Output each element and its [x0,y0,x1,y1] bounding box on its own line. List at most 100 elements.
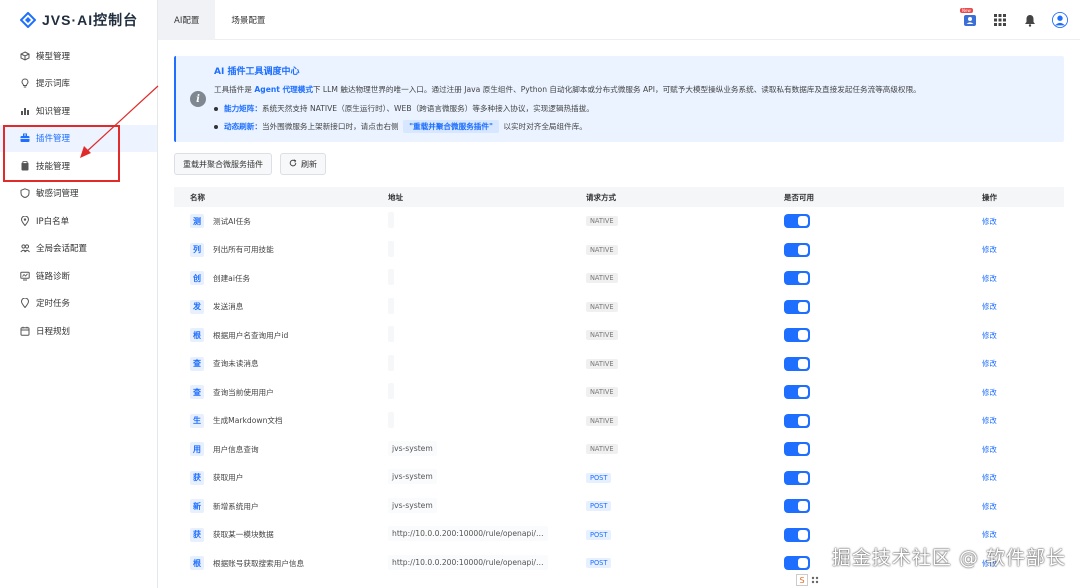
sidebar-item-5[interactable]: 敏感词管理 [0,180,157,208]
address-value: http://10.0.0.200:10000/rule/openapi/… [388,554,548,570]
sidebar-item-7[interactable]: 全局会话配置 [0,235,157,263]
plugin-name: 查询当前使用用户 [213,387,274,397]
clipboard-icon [20,160,30,171]
monitor-icon [20,271,30,281]
available-toggle[interactable] [784,413,810,428]
available-toggle[interactable] [784,242,810,257]
table-row: 发发送消息 NATIVE 修改 [174,293,1064,322]
edit-link[interactable]: 修改 [982,473,997,482]
plugin-avatar: 发 [190,299,204,314]
header-address: 地址 [388,192,403,202]
input-method-icon[interactable]: S [796,574,808,586]
briefcase-icon [20,133,30,143]
available-toggle[interactable] [784,328,810,343]
method-tag: NATIVE [586,358,618,369]
available-toggle[interactable] [784,442,810,457]
app-title: JVS·AI控制台 [42,12,139,28]
sidebar-item-4[interactable]: 技能管理 [0,152,157,180]
bulb-icon [20,78,30,88]
edit-link[interactable]: 修改 [982,502,997,511]
shield-icon [20,188,30,199]
available-toggle[interactable] [784,556,810,571]
edit-link[interactable]: 修改 [982,416,997,425]
available-toggle[interactable] [784,356,810,371]
address-empty [388,354,394,371]
button-label: 重载并聚合微服务插件 [183,159,263,169]
edit-link[interactable]: 修改 [982,388,997,397]
table-row: 新新增系统用户 jvs-system POST 修改 [174,492,1064,521]
edit-link[interactable]: 修改 [982,530,997,539]
refresh-button[interactable]: 刷新 [280,153,326,175]
available-toggle[interactable] [784,299,810,314]
notice-bold: 动态刷新： [224,122,262,131]
toolbar: 重载并聚合微服务插件 刷新 [174,153,326,175]
edit-link[interactable]: 修改 [982,331,997,340]
edit-link[interactable]: 修改 [982,245,997,254]
method-tag: NATIVE [586,216,618,227]
table-row: 查查询未读消息 NATIVE 修改 [174,350,1064,379]
address-empty [388,269,394,286]
avatar[interactable] [1052,12,1068,28]
tab-ai-config[interactable]: AI配置 [158,0,216,40]
tab-label: AI配置 [174,15,200,26]
plugin-name: 根据用户名查询用户id [213,330,289,340]
table-row: 查查询当前使用用户 NATIVE 修改 [174,378,1064,407]
plugin-name: 列出所有可用技能 [213,245,274,255]
notice-line-refresh: 动态刷新：当外围微服务上架新接口时，请点击右侧 "重载并聚合微服务插件" 以实时… [214,120,587,133]
pin-icon [20,298,30,309]
sidebar-item-label: 插件管理 [36,134,71,145]
edit-link[interactable]: 修改 [982,274,997,283]
sidebar-item-1[interactable]: 提示词库 [0,70,157,98]
sidebar-item-6[interactable]: IP白名单 [0,207,157,235]
available-toggle[interactable] [784,214,810,229]
tab-scene-config[interactable]: 场景配置 [215,0,281,40]
sidebar-item-0[interactable]: 模型管理 [0,42,157,70]
sidebar-item-8[interactable]: 链路诊断 [0,262,157,290]
bell-icon[interactable] [1022,12,1038,28]
address-value: jvs-system [388,497,437,513]
sidebar-item-10[interactable]: 日程规划 [0,317,157,345]
plugin-name: 生成Markdown文档 [213,416,283,426]
method-tag: POST [586,558,612,569]
edit-link[interactable]: 修改 [982,445,997,454]
sidebar-item-9[interactable]: 定时任务 [0,290,157,318]
plugin-avatar: 获 [190,527,204,542]
edit-link[interactable]: 修改 [982,302,997,311]
apps-grid-icon[interactable] [992,12,1008,28]
notice-line-intro: 工具插件是 Agent 代理模式下 LLM 触达物理世界的唯一入口。通过注册 J… [214,84,921,95]
notice-bold: 能力矩阵： [224,104,262,113]
plugin-avatar: 生 [190,413,204,428]
tab-label: 场景配置 [231,15,266,26]
plugin-avatar: 创 [190,271,204,286]
plugin-name: 获取某一模块数据 [213,530,274,540]
available-toggle[interactable] [784,499,810,514]
wrench-icon[interactable] [810,575,820,585]
plugin-avatar: 列 [190,242,204,257]
plugin-name: 获取用户 [213,473,244,483]
edit-link[interactable]: 修改 [982,217,997,226]
notice-text: 当外围微服务上架新接口时，请点击右侧 [261,122,399,131]
available-toggle[interactable] [784,527,810,542]
sidebar-item-3[interactable]: 插件管理 [0,124,157,152]
available-toggle[interactable] [784,470,810,485]
watermark: 掘金技术社区 @ 软件部长 [831,547,1066,569]
plugin-avatar: 根 [190,328,204,343]
logo-icon [20,12,36,28]
table-row: 创创建ai任务 NATIVE 修改 [174,264,1064,293]
info-icon: i [190,91,206,107]
plugin-name: 创建ai任务 [213,273,251,283]
edit-link[interactable]: 修改 [982,359,997,368]
app-logo[interactable]: JVS·AI控制台 [0,0,157,40]
method-tag: NATIVE [586,330,618,341]
notice-title: AI 插件工具调度中心 [214,67,300,77]
available-toggle[interactable] [784,271,810,286]
people-icon [20,243,30,253]
plugin-name: 新增系统用户 [213,501,259,511]
available-toggle[interactable] [784,385,810,400]
reload-plugins-button[interactable]: 重载并聚合微服务插件 [174,153,272,175]
user-switch-icon[interactable]: New [960,8,978,28]
sidebar-item-2[interactable]: 知识管理 [0,97,157,125]
sidebar-item-label: 定时任务 [36,299,71,310]
plugin-name: 根据账号获取搜索用户信息 [213,558,305,568]
method-tag: NATIVE [586,415,618,426]
